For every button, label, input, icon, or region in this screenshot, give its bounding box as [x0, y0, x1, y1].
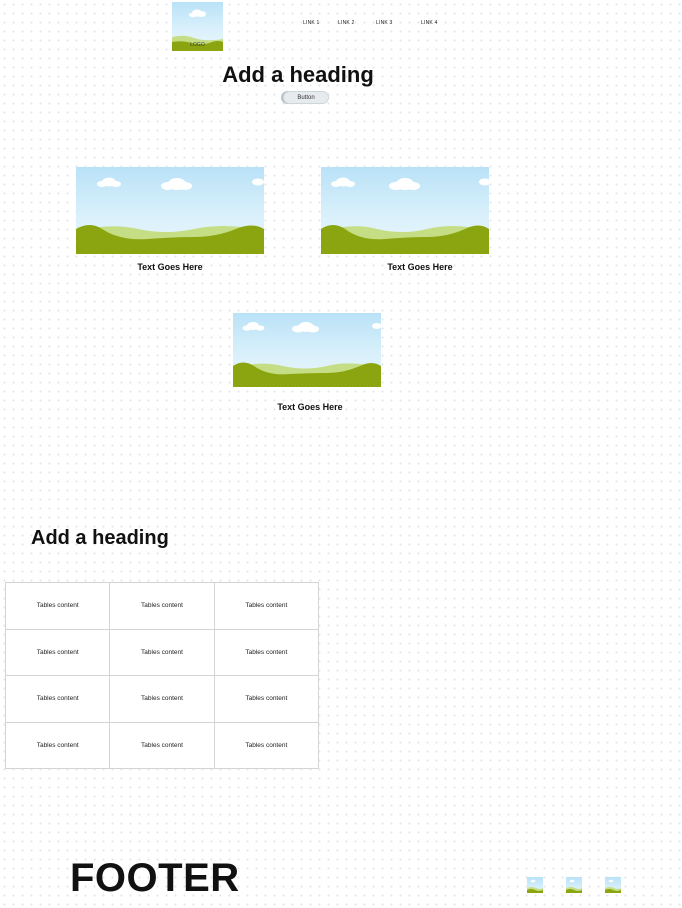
table-cell: Tables content — [4, 675, 111, 723]
table-cell: Tables content — [109, 582, 215, 630]
table-cell: Tables content — [109, 675, 215, 723]
footer-title: FOOTER — [70, 856, 240, 900]
card-image[interactable] — [233, 313, 381, 387]
table-cell: Tables content — [4, 628, 111, 676]
nav-link-2[interactable]: LINK 2 — [338, 20, 355, 26]
landscape-image-icon — [76, 177, 264, 254]
content-table: Tables content Tables content Tables con… — [4, 582, 320, 769]
hero-heading: Add a heading — [222, 62, 374, 87]
section-heading: Add a heading — [31, 527, 169, 549]
table-cell: Tables content — [4, 721, 111, 769]
image-placeholder-icon — [605, 879, 621, 893]
table-cell: Tables content — [109, 628, 215, 676]
card-image[interactable] — [76, 167, 264, 254]
hero-button[interactable]: Button — [283, 91, 329, 104]
landscape-image-icon — [233, 322, 381, 387]
logo-image[interactable]: LOGO — [172, 2, 223, 51]
card-caption: Text Goes Here — [387, 262, 453, 272]
table-row: Tables content Tables content Tables con… — [4, 721, 320, 769]
table-cell: Tables content — [213, 582, 320, 630]
table-row: Tables content Tables content Tables con… — [4, 582, 320, 630]
card-caption: Text Goes Here — [277, 402, 343, 412]
table-cell: Tables content — [213, 675, 320, 723]
footer-image-icon-1[interactable] — [527, 877, 543, 893]
table-row: Tables content Tables content Tables con… — [4, 675, 320, 723]
table-cell: Tables content — [213, 721, 320, 769]
landscape-image-icon — [321, 177, 489, 254]
image-placeholder-icon — [527, 879, 543, 893]
table-cell: Tables content — [109, 721, 215, 769]
table-cell: Tables content — [213, 628, 320, 676]
card-caption: Text Goes Here — [137, 262, 203, 272]
nav-link-3[interactable]: LINK 3 — [376, 20, 393, 26]
table-cell: Tables content — [4, 582, 111, 630]
card-image[interactable] — [321, 167, 489, 254]
nav-link-1[interactable]: LINK 1 — [303, 20, 320, 26]
table-row: Tables content Tables content Tables con… — [4, 628, 320, 676]
footer-image-icon-3[interactable] — [605, 877, 621, 893]
nav-link-4[interactable]: LINK 4 — [421, 20, 438, 26]
image-placeholder-icon — [566, 879, 582, 893]
footer-image-icon-2[interactable] — [566, 877, 582, 893]
logo-text: LOGO — [190, 42, 205, 48]
